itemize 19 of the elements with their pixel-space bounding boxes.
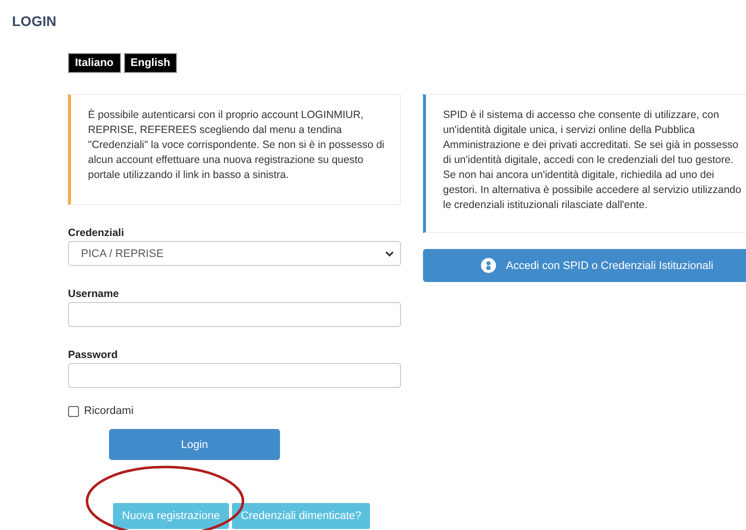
checkbox[interactable] xyxy=(68,406,79,416)
language-button[interactable]: English xyxy=(124,53,178,73)
chevron-icon xyxy=(385,250,394,256)
credentials-select[interactable]: PICA / REPRISE xyxy=(68,241,401,266)
page-title: LOGIN xyxy=(12,13,56,29)
link-button[interactable]: Credenziali dimenticate? xyxy=(232,503,370,529)
login-button[interactable]: Login xyxy=(109,429,280,460)
language-button[interactable]: Italiano xyxy=(68,53,121,73)
field-label: Username xyxy=(68,288,120,300)
info-text: SPID è il sistema di accesso che consente di utilizzare, con un'identità digitale unica, i servizi online della Pubblica Amministrazione e dei privati accreditati. Se sei già in possesso di un'identità digitale, accedi con le credenziali del tuo gestore. Se non hai ancora un'identità digitale, richiedila ad uno dei gestori. In alternativa è possibile accedere al servizio utilizzando le credenziali istituzionali rilasciate dall'ente. xyxy=(443,108,742,213)
field-label: Password xyxy=(68,349,119,361)
link-button[interactable]: Nuova registrazione xyxy=(113,503,229,529)
username-field[interactable] xyxy=(68,302,401,327)
password-field[interactable] xyxy=(68,363,401,388)
user-icon xyxy=(481,258,496,273)
checkbox-label: Ricordami xyxy=(84,405,134,417)
field-label: Credenziali xyxy=(68,227,126,239)
info-text: È possibile autenticarsi con il proprio account LOGINMIUR, REPRISE, REFEREES scegliendo dal menu a tendina "Credenziali" la voce corrispondente. Se non si è in possesso di alcun account effettuare una nuova registrazione su questo portale utilizzando il link in basso a sinistra. xyxy=(88,108,386,183)
spid-button[interactable]: Accedi con SPID o Credenziali Istituzionali xyxy=(423,249,746,282)
